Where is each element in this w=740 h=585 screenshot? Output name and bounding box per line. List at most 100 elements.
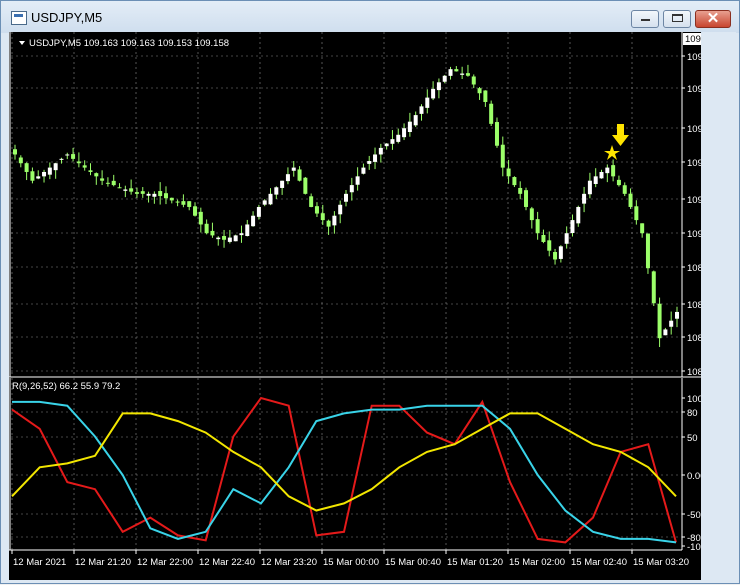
time-label: 12 Mar 22:00 [137,557,193,568]
candle-body [535,219,540,234]
candle-body [82,165,87,168]
candle-body [320,213,325,221]
candle-body [593,176,598,184]
chart-header: USDJPY,M5 109.163 109.163 109.153 109.15… [29,38,229,49]
candle-body [163,193,168,199]
current-price-label: 109.158 [685,34,701,45]
indicator-line-yellow [11,412,677,512]
indicator-axis: 10080500.00-50-80-100 [682,394,706,553]
candle-body [233,235,238,242]
title-bar[interactable]: USDJPY,M5 ✕ [1,1,739,33]
candle-body [361,167,366,174]
price-label: 109.090 [687,124,701,135]
candle-body [582,193,587,204]
candle-body [76,161,81,164]
candle-body [169,197,174,201]
minimize-button[interactable] [631,10,659,28]
time-label: 15 Mar 03:20 [633,557,689,568]
candle-body [71,154,76,159]
candle-body [262,200,267,205]
candle-body [477,88,482,94]
candle-body [396,134,401,142]
candle-body [506,168,511,177]
candle-body [111,180,116,186]
arrow-down-icon [612,124,629,146]
chart-menu-triangle-icon[interactable] [19,41,25,45]
close-button[interactable]: ✕ [695,10,731,28]
candle-body [373,154,378,162]
candle-body [239,233,244,236]
candle-body [547,240,552,251]
candle-body [378,147,383,155]
candle-body [529,208,534,221]
candle-body [524,190,529,207]
candle-body [460,73,465,75]
candle-body [634,206,639,221]
candle-body [616,179,621,186]
candle-body [100,178,105,181]
candle-body [134,192,139,194]
candle-body [280,180,285,188]
time-label: 12 Mar 21:20 [75,557,131,568]
candle-body [326,220,331,227]
candle-body [494,122,499,146]
candle-body [349,185,354,193]
candle-body [123,189,128,191]
candle-body [158,191,163,197]
time-label: 12 Mar 22:40 [199,557,255,568]
window-title: USDJPY,M5 [31,10,103,25]
maximize-icon [672,14,683,22]
price-label: 109.035 [687,195,701,206]
candle-body [297,169,302,181]
candle-body [291,167,296,171]
chart-window-icon [11,11,27,25]
candle-body [227,237,232,242]
time-label: 15 Mar 00:00 [323,557,379,568]
candle-body [94,173,99,177]
maximize-button[interactable] [663,10,691,28]
candle-body [105,182,110,184]
candle-body [274,187,279,195]
candle-body [222,236,227,240]
time-label: 15 Mar 00:40 [385,557,441,568]
candle-body [483,90,488,102]
candle-body [669,320,674,327]
indicator-header: R(9,26,52) 66.2 55.9 79.2 [12,381,120,392]
candle-body [198,211,203,225]
candle-body [663,329,668,336]
candle-body [558,246,563,259]
price-label: 109.065 [687,158,701,169]
price-label: 109.120 [687,84,701,95]
candle-body [518,187,523,194]
minimize-icon [641,19,650,21]
price-label: 108.930 [687,333,701,344]
time-axis: 12 Mar 2021 12 Mar 21:20 12 Mar 22:00 12 Ma… [11,550,689,568]
candle-body [251,215,256,227]
candle-body [605,167,610,174]
candle-body [65,154,70,156]
price-label: 109.145 [687,52,701,63]
candle-body [146,193,151,196]
candle-body [88,170,93,172]
candle-body [268,193,273,205]
chart-area[interactable]: USDJPY,M5 109.163 109.163 109.153 109.15… [9,32,721,580]
candle-body [448,69,453,76]
candle-body [500,144,505,168]
candle-body [367,161,372,164]
indicator-label: 50 [687,433,698,444]
candle-body [587,180,592,195]
indicator-line-cyan [12,400,677,544]
price-label: 108.985 [687,263,701,274]
candle-body [256,206,261,217]
candle-body [471,76,476,85]
candle-body [245,224,250,237]
candle-body [344,193,348,202]
candle-body [59,158,64,160]
candle-body [175,201,180,203]
candle-body [413,115,418,126]
candle-body [42,171,47,177]
indicator-label: 80 [687,408,698,419]
candle-body [553,252,558,260]
candle-body [611,165,616,177]
price-axis: 109.145 109.120 109.090 109.065 109.035 109.0… [682,52,721,378]
